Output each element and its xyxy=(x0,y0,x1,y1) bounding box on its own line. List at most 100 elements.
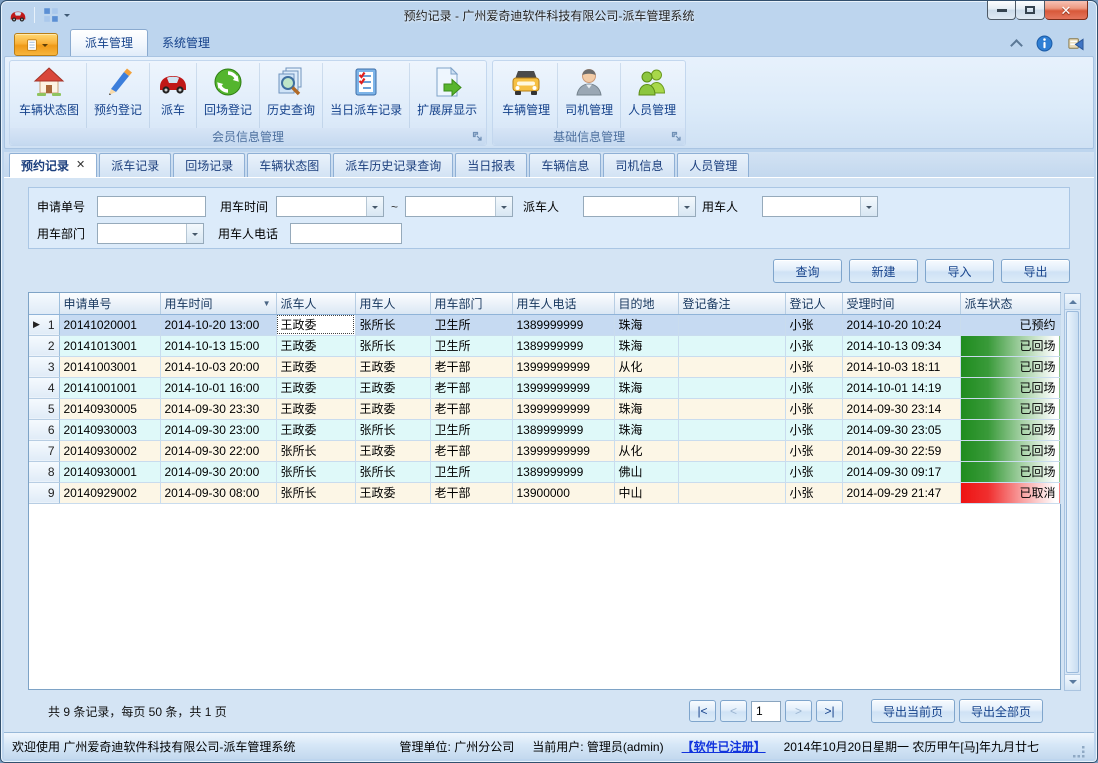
application-menu-button[interactable] xyxy=(14,33,58,56)
use-time-from-select[interactable] xyxy=(276,196,384,217)
table-cell[interactable]: 已回场 xyxy=(960,335,1060,356)
dialog-launcher-icon[interactable] xyxy=(671,131,682,142)
table-cell[interactable]: 卫生所 xyxy=(430,461,512,482)
table-cell[interactable]: 小张 xyxy=(785,356,842,377)
table-cell[interactable]: 张所长 xyxy=(276,440,355,461)
resize-grip-icon[interactable] xyxy=(1073,746,1086,759)
table-cell[interactable]: 1389999999 xyxy=(512,419,614,440)
table-cell[interactable]: 老干部 xyxy=(430,356,512,377)
prev-page-button[interactable]: < xyxy=(720,700,747,722)
table-cell[interactable]: 珠海 xyxy=(614,398,678,419)
table-cell[interactable]: 王政委 xyxy=(355,440,430,461)
table-cell[interactable] xyxy=(678,314,785,335)
table-row[interactable]: 8201409300012014-09-30 20:00张所长张所长卫生所138… xyxy=(29,461,1060,482)
table-cell[interactable]: 2014-09-30 23:00 xyxy=(160,419,276,440)
scrollbar-up-icon[interactable] xyxy=(1065,294,1080,310)
table-cell[interactable]: 2014-10-20 10:24 xyxy=(842,314,960,335)
table-cell[interactable]: 2014-10-03 18:11 xyxy=(842,356,960,377)
doc-tab[interactable]: 派车记录 xyxy=(99,153,171,177)
table-cell[interactable]: 2014-09-30 09:17 xyxy=(842,461,960,482)
table-row[interactable]: 9201409290022014-09-30 08:00张所长王政委老干部139… xyxy=(29,482,1060,503)
export-button[interactable]: 导出 xyxy=(1001,259,1070,283)
table-cell[interactable]: 王政委 xyxy=(276,335,355,356)
table-cell[interactable]: 13999999999 xyxy=(512,398,614,419)
chevron-down-icon[interactable] xyxy=(678,197,695,216)
table-cell[interactable]: 卫生所 xyxy=(430,314,512,335)
table-cell[interactable]: 小张 xyxy=(785,377,842,398)
table-cell[interactable]: 老干部 xyxy=(430,398,512,419)
table-cell[interactable]: 2014-09-30 20:00 xyxy=(160,461,276,482)
row-header[interactable]: 7 xyxy=(29,440,59,461)
table-cell[interactable]: 小张 xyxy=(785,419,842,440)
table-cell[interactable] xyxy=(678,356,785,377)
table-cell[interactable]: 王政委 xyxy=(276,419,355,440)
table-cell[interactable]: 2014-09-30 22:59 xyxy=(842,440,960,461)
ribbon-button[interactable]: 车辆状态图 xyxy=(12,63,87,128)
table-cell[interactable]: 已取消 xyxy=(960,482,1060,503)
table-cell[interactable]: 老干部 xyxy=(430,440,512,461)
ribbon-button[interactable]: 回场登记 xyxy=(197,63,260,128)
ribbon-tab[interactable]: 系统管理 xyxy=(148,30,224,56)
table-cell[interactable]: 王政委 xyxy=(276,377,355,398)
table-cell[interactable]: 2014-09-30 08:00 xyxy=(160,482,276,503)
ribbon-button[interactable]: 历史查询 xyxy=(260,63,323,128)
table-cell[interactable]: 小张 xyxy=(785,398,842,419)
table-cell[interactable] xyxy=(678,440,785,461)
query-button[interactable]: 查询 xyxy=(773,259,842,283)
table-cell[interactable] xyxy=(678,461,785,482)
car-user-select[interactable] xyxy=(762,196,878,217)
ribbon-button[interactable]: 扩展屏显示 xyxy=(410,63,484,128)
table-cell[interactable]: 20140930003 xyxy=(59,419,160,440)
table-cell[interactable]: 2014-10-01 16:00 xyxy=(160,377,276,398)
doc-tab[interactable]: 司机信息 xyxy=(603,153,675,177)
department-select[interactable] xyxy=(97,223,204,244)
table-cell[interactable]: 张所长 xyxy=(276,482,355,503)
chevron-down-icon[interactable] xyxy=(186,224,203,243)
table-cell[interactable]: 2014-09-30 23:05 xyxy=(842,419,960,440)
table-cell[interactable]: 珠海 xyxy=(614,419,678,440)
table-cell[interactable]: 小张 xyxy=(785,314,842,335)
row-header[interactable]: 8 xyxy=(29,461,59,482)
table-cell[interactable]: 王政委 xyxy=(355,398,430,419)
table-cell[interactable] xyxy=(678,398,785,419)
table-cell[interactable]: 20140930005 xyxy=(59,398,160,419)
table-cell[interactable]: 2014-09-30 22:00 xyxy=(160,440,276,461)
table-cell[interactable]: 小张 xyxy=(785,461,842,482)
export-all-pages-button[interactable]: 导出全部页 xyxy=(959,699,1043,723)
doc-tab[interactable]: 预约记录✕ xyxy=(9,153,97,177)
vertical-scrollbar[interactable] xyxy=(1064,293,1081,691)
table-cell[interactable]: 张所长 xyxy=(276,461,355,482)
table-cell[interactable]: 王政委 xyxy=(355,482,430,503)
table-cell[interactable]: 20141020001 xyxy=(59,314,160,335)
table-cell[interactable]: 2014-10-03 20:00 xyxy=(160,356,276,377)
table-cell[interactable]: 1389999999 xyxy=(512,314,614,335)
new-button[interactable]: 新建 xyxy=(849,259,918,283)
doc-tab[interactable]: 回场记录 xyxy=(173,153,245,177)
table-cell[interactable]: 小张 xyxy=(785,335,842,356)
column-header[interactable]: 派车状态 xyxy=(960,293,1060,314)
column-header[interactable]: 登记人 xyxy=(785,293,842,314)
table-cell[interactable]: 张所长 xyxy=(355,461,430,482)
table-cell[interactable]: 卫生所 xyxy=(430,419,512,440)
table-cell[interactable] xyxy=(678,482,785,503)
table-cell[interactable]: 从化 xyxy=(614,356,678,377)
table-cell[interactable]: 20140930002 xyxy=(59,440,160,461)
table-cell[interactable] xyxy=(678,377,785,398)
table-cell[interactable]: 2014-10-13 15:00 xyxy=(160,335,276,356)
table-cell[interactable]: 20141003001 xyxy=(59,356,160,377)
table-row[interactable]: 3201410030012014-10-03 20:00王政委王政委老干部139… xyxy=(29,356,1060,377)
export-current-page-button[interactable]: 导出当前页 xyxy=(871,699,955,723)
page-number-input[interactable] xyxy=(751,701,781,722)
column-header[interactable]: 申请单号 xyxy=(59,293,160,314)
table-cell[interactable]: 王政委 xyxy=(276,314,355,335)
table-cell[interactable]: 小张 xyxy=(785,440,842,461)
table-cell[interactable]: 13999999999 xyxy=(512,356,614,377)
close-button[interactable]: ✕ xyxy=(1045,1,1088,20)
first-page-button[interactable]: |< xyxy=(689,700,716,722)
chevron-down-icon[interactable] xyxy=(495,197,512,216)
table-cell[interactable]: 1389999999 xyxy=(512,335,614,356)
column-header[interactable]: 受理时间 xyxy=(842,293,960,314)
ribbon-button[interactable]: 人员管理 xyxy=(621,63,683,128)
ribbon-button[interactable]: 司机管理 xyxy=(558,63,621,128)
table-cell[interactable]: 2014-09-29 21:47 xyxy=(842,482,960,503)
